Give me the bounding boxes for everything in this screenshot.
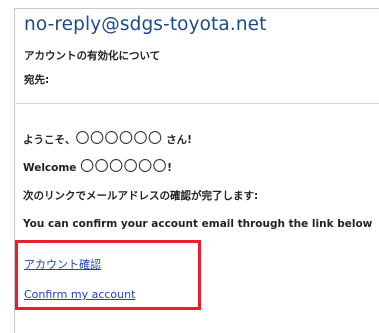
- header-divider: [16, 103, 379, 104]
- welcome-ja-prefix: ようこそ、: [23, 134, 76, 146]
- welcome-en-line: Welcome 〇〇〇〇〇〇!: [23, 156, 172, 176]
- confirm-instruction-ja: 次のリンクでメールアドレスの確認が完了します:: [23, 190, 259, 202]
- confirm-instruction-en: You can confirm your account email throu…: [23, 218, 373, 230]
- welcome-ja-name-placeholder: 〇〇〇〇〇〇: [75, 131, 163, 147]
- email-subject: アカウントの有効化について: [24, 50, 161, 62]
- welcome-ja-line: ようこそ、〇〇〇〇〇〇 さん!: [23, 128, 192, 148]
- welcome-en-suffix: !: [167, 162, 172, 174]
- email-sender: no-reply@sdgs-toyota.net: [24, 14, 267, 35]
- email-to-label: 宛先:: [24, 74, 50, 86]
- highlight-box: [15, 240, 201, 310]
- welcome-en-prefix: Welcome: [23, 162, 81, 174]
- welcome-ja-suffix: さん!: [162, 134, 192, 146]
- welcome-en-name-placeholder: 〇〇〇〇〇〇: [80, 159, 168, 175]
